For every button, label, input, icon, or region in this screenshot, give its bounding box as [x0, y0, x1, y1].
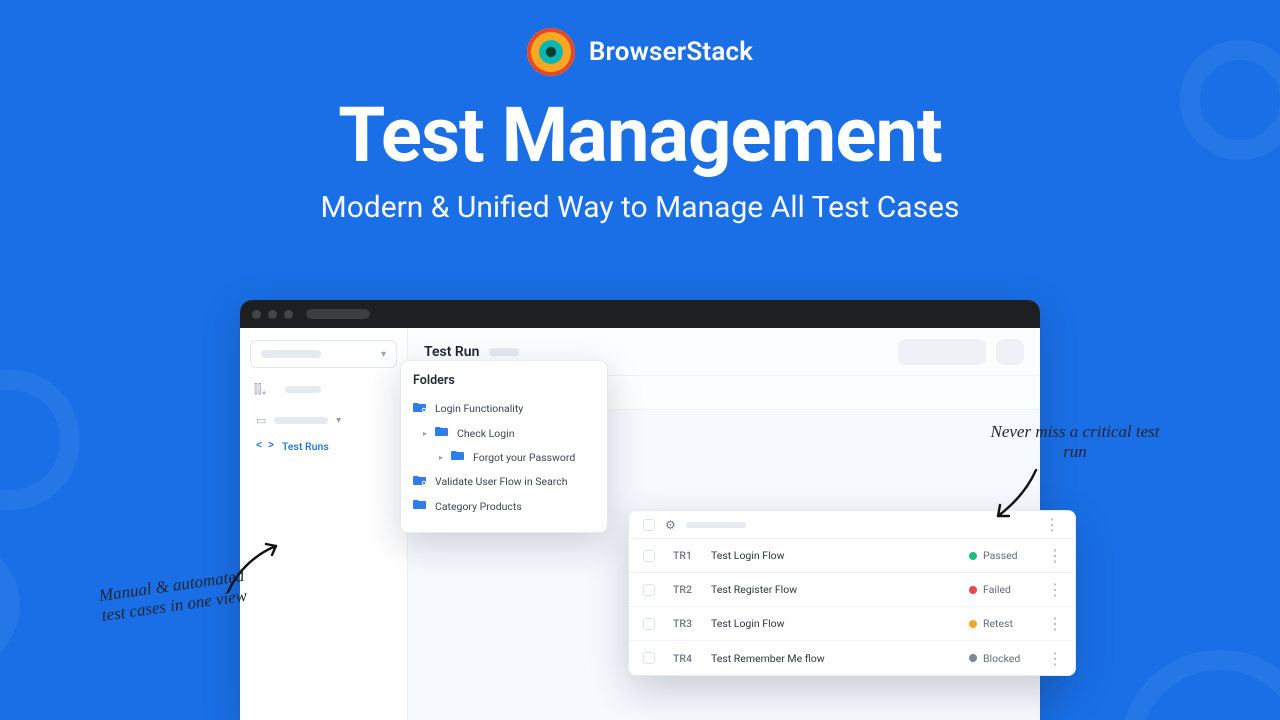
row-more-icon[interactable]: ⋮ [1047, 649, 1061, 668]
code-brackets-icon: < > [256, 441, 274, 452]
run-id: TR3 [673, 617, 711, 630]
run-status: Blocked [969, 652, 1047, 665]
run-id: TR1 [673, 549, 711, 562]
primary-action-button[interactable] [898, 339, 986, 365]
status-dot-icon [969, 620, 977, 628]
folder-icon [413, 499, 427, 513]
app-window: ▾ ⫿⫿₊ ▭ ▸ < > Test Runs Test Run [240, 300, 1040, 720]
gear-folder-icon [413, 474, 427, 489]
run-name: Test Register Flow [711, 583, 969, 596]
status-label: Blocked [983, 652, 1020, 665]
placeholder-bar [686, 522, 746, 528]
folder-icon [435, 426, 449, 440]
gear-folder-icon [413, 401, 427, 416]
placeholder-bar [285, 386, 321, 393]
folder-label: Validate User Flow in Search [435, 475, 568, 488]
status-label: Retest [983, 617, 1013, 630]
folder-item[interactable]: Login Functionality [413, 396, 595, 421]
folders-popover: Folders Login Functionality ▸ Check Logi… [400, 360, 608, 533]
chevron-down-icon: ▾ [381, 349, 386, 360]
window-titlebar [240, 300, 1040, 328]
row-more-icon[interactable]: ⋮ [1047, 546, 1061, 565]
arrow-icon [988, 466, 1048, 526]
browserstack-logo-icon [527, 28, 575, 76]
gear-icon[interactable]: ⚙︎ [665, 518, 676, 532]
traffic-light-icon [268, 310, 277, 319]
row-checkbox[interactable] [643, 652, 655, 664]
row-checkbox[interactable] [643, 584, 655, 596]
url-placeholder [306, 309, 370, 319]
run-status: Retest [969, 617, 1047, 630]
analytics-icon[interactable]: ⫿⫿₊ [254, 382, 267, 397]
status-dot-icon [969, 552, 977, 560]
status-label: Passed [983, 549, 1018, 562]
folder-item[interactable]: ▸ Check Login [413, 421, 595, 445]
chevron-right-icon: ▸ [333, 417, 344, 422]
traffic-light-icon [252, 310, 261, 319]
status-dot-icon [969, 586, 977, 594]
run-status: Failed [969, 583, 1047, 596]
sidebar-mini-tabs: ⫿⫿₊ [254, 382, 393, 397]
run-name: Test Remember Me flow [711, 652, 969, 665]
folder-item[interactable]: Category Products [413, 494, 595, 518]
folder-item[interactable]: ▸ Forgot your Password [413, 445, 595, 469]
traffic-light-icon [284, 310, 293, 319]
page-title: Test Run [424, 344, 479, 360]
bg-shape [1120, 650, 1280, 720]
row-checkbox[interactable] [643, 550, 655, 562]
select-all-checkbox[interactable] [643, 519, 655, 531]
annotation-left: Manual & automated test cases in one vie… [86, 564, 260, 628]
folder-label: Check Login [457, 427, 515, 440]
row-more-icon[interactable]: ⋮ [1047, 614, 1061, 633]
placeholder-bar [274, 417, 328, 424]
sidebar: ▾ ⫿⫿₊ ▭ ▸ < > Test Runs [240, 328, 408, 720]
table-row[interactable]: TR3 Test Login Flow Retest ⋮ [629, 607, 1075, 641]
hero-title: Test Management [0, 90, 1280, 180]
run-id: TR4 [673, 652, 711, 665]
annotation-right: Never miss a critical test run [990, 422, 1160, 463]
placeholder-bar [489, 348, 519, 356]
run-name: Test Login Flow [711, 617, 969, 630]
folder-label: Forgot your Password [473, 451, 575, 464]
folders-heading: Folders [413, 373, 595, 388]
run-name: Test Login Flow [711, 549, 969, 562]
brand-name: BrowserStack [589, 37, 753, 67]
folder-icon: ▭ [256, 414, 266, 427]
chevron-right-icon: ▸ [423, 429, 427, 438]
sidebar-item-test-runs[interactable]: < > Test Runs [250, 433, 397, 459]
folder-label: Category Products [435, 500, 522, 513]
run-status: Passed [969, 549, 1047, 562]
folder-label: Login Functionality [435, 402, 523, 415]
hero-subtitle: Modern & Unified Way to Manage All Test … [0, 190, 1280, 225]
table-row[interactable]: TR4 Test Remember Me flow Blocked ⋮ [629, 641, 1075, 675]
brand-logo: BrowserStack [0, 28, 1280, 76]
bg-shape [0, 540, 20, 670]
table-row[interactable]: TR2 Test Register Flow Failed ⋮ [629, 573, 1075, 607]
folder-icon [451, 450, 465, 464]
run-id: TR2 [673, 583, 711, 596]
sidebar-item[interactable]: ▭ ▸ [250, 407, 397, 433]
table-row[interactable]: TR1 Test Login Flow Passed ⋮ [629, 539, 1075, 573]
test-runs-table: ⚙︎ ⋮ TR1 Test Login Flow Passed ⋮ TR2 Te… [628, 510, 1076, 676]
status-label: Failed [983, 583, 1011, 596]
project-select[interactable]: ▾ [250, 340, 397, 368]
status-dot-icon [969, 654, 977, 662]
secondary-action-button[interactable] [996, 339, 1024, 365]
hero: BrowserStack Test Management Modern & Un… [0, 28, 1280, 225]
placeholder-bar [261, 350, 321, 358]
bg-shape [0, 370, 80, 510]
row-checkbox[interactable] [643, 618, 655, 630]
chevron-right-icon: ▸ [439, 453, 443, 462]
folder-item[interactable]: Validate User Flow in Search [413, 469, 595, 494]
row-more-icon[interactable]: ⋮ [1047, 580, 1061, 599]
sidebar-item-label: Test Runs [282, 440, 329, 453]
